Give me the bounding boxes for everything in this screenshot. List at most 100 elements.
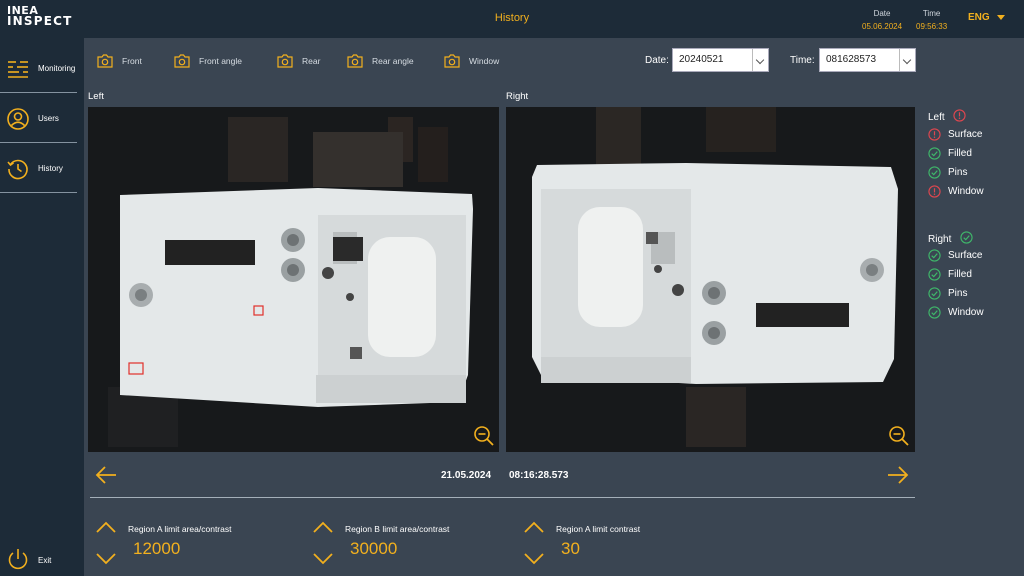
camera-icon (347, 54, 363, 68)
chevron-down-icon[interactable] (312, 552, 334, 566)
arrow-left-icon[interactable] (94, 463, 118, 487)
param-label: Region A limit contrast (556, 524, 641, 534)
language-label: ENG (968, 12, 990, 23)
right-result-heading: Right (928, 231, 973, 245)
param-label: Region A limit area/contrast (128, 524, 232, 534)
record-date: 21.05.2024 (441, 470, 492, 481)
camera-icon (277, 54, 293, 68)
tab-label: Rear angle (372, 56, 414, 66)
tab-front[interactable]: Front (97, 52, 142, 70)
check-label: Pins (948, 288, 968, 299)
check-label: Window (948, 307, 984, 318)
right-part-image (506, 107, 915, 452)
date-select-value: 20240521 (679, 54, 724, 65)
history-icon (7, 159, 28, 180)
alert-icon (928, 185, 941, 198)
header-date-label: Date (873, 9, 891, 18)
camera-icon (444, 54, 460, 68)
param-value: 30 (561, 539, 580, 558)
camera-icon (174, 54, 190, 68)
sidebar-item-users[interactable]: Users (0, 93, 77, 143)
chevron-up-icon[interactable] (95, 520, 117, 534)
chevron-up-icon[interactable] (523, 520, 545, 534)
tab-label: Window (469, 56, 500, 66)
check-label: Surface (948, 250, 983, 261)
left-part-image (88, 107, 499, 452)
left-check-filled: Filled (928, 147, 972, 160)
chevron-down-icon[interactable] (899, 49, 915, 71)
right-check-filled: Filled (928, 268, 972, 281)
check-circle-icon (928, 306, 941, 319)
check-circle-icon (928, 249, 941, 262)
time-filter-label: Time: (790, 55, 815, 66)
check-label: Surface (948, 129, 983, 140)
header-date-value: 05.06.2024 (862, 22, 903, 31)
param-value: 30000 (350, 539, 398, 558)
sidebar-item-label: History (38, 164, 63, 173)
time-select-value: 081628573 (826, 54, 877, 65)
chevron-down-icon[interactable] (95, 552, 117, 566)
sidebar: Monitoring Users History Exit (0, 38, 84, 576)
exit-button[interactable]: Exit (0, 544, 84, 576)
param-label: Region B limit area/contrast (345, 524, 450, 534)
chevron-down-icon[interactable] (752, 49, 768, 71)
tab-label: Rear (302, 56, 321, 66)
chevron-up-icon[interactable] (312, 520, 334, 534)
record-time: 08:16:28.573 (509, 470, 569, 481)
date-filter-label: Date: (645, 55, 669, 66)
tab-label: Front (122, 56, 142, 66)
left-pane-label: Left (88, 91, 104, 102)
time-select[interactable]: 081628573 (819, 48, 916, 72)
right-check-window: Window (928, 306, 984, 319)
tab-rear-angle[interactable]: Rear angle (347, 52, 414, 70)
check-circle-icon (928, 268, 941, 281)
caret-down-icon (996, 14, 1005, 20)
sidebar-item-label: Monitoring (38, 64, 76, 73)
left-camera-image (88, 107, 499, 452)
tab-rear[interactable]: Rear (277, 52, 320, 70)
top-bar: INEA INSPECT History Date 05.06.2024 Tim… (0, 0, 1024, 38)
sidebar-item-label: Users (38, 114, 59, 123)
tab-front-angle[interactable]: Front angle (174, 52, 242, 70)
param-value: 12000 (133, 539, 181, 558)
chevron-down-icon[interactable] (523, 552, 545, 566)
check-circle-icon (960, 231, 973, 244)
check-circle-icon (928, 166, 941, 179)
right-camera-image (506, 107, 915, 452)
user-icon (7, 108, 29, 130)
sidebar-item-history[interactable]: History (0, 143, 77, 193)
right-pane-label: Right (506, 91, 529, 102)
exit-label: Exit (38, 556, 52, 565)
right-check-pins: Pins (928, 287, 967, 300)
header-time-label: Time (922, 9, 941, 18)
alert-icon (953, 109, 967, 122)
left-check-window: Window (928, 185, 984, 198)
right-result-title: Right (928, 234, 952, 245)
check-label: Window (948, 186, 984, 197)
check-label: Filled (948, 269, 972, 280)
monitoring-icon (8, 61, 28, 78)
zoom-out-icon[interactable] (473, 425, 495, 447)
header-time: Time 09:56:33 (916, 7, 947, 33)
date-select[interactable]: 20240521 (672, 48, 769, 72)
sidebar-item-monitoring[interactable]: Monitoring (0, 43, 77, 93)
left-check-pins: Pins (928, 166, 967, 179)
left-result-title: Left (928, 112, 945, 123)
tab-window[interactable]: Window (444, 52, 499, 70)
header-time-value: 09:56:33 (916, 22, 948, 31)
camera-icon (97, 54, 113, 68)
header-date: Date 05.06.2024 (862, 7, 902, 33)
left-result-heading: Left (928, 109, 967, 123)
divider (90, 497, 915, 498)
param-region-b-area: Region B limit area/contrast 30000 (307, 518, 527, 570)
language-selector[interactable]: ENG (968, 12, 1005, 23)
check-circle-icon (928, 287, 941, 300)
right-check-surface: Surface (928, 249, 982, 262)
check-label: Filled (948, 148, 972, 159)
zoom-out-icon[interactable] (888, 425, 910, 447)
alert-icon (928, 128, 941, 141)
left-check-surface: Surface (928, 128, 982, 141)
arrow-right-icon[interactable] (886, 463, 910, 487)
check-circle-icon (928, 147, 941, 160)
check-label: Pins (948, 167, 968, 178)
